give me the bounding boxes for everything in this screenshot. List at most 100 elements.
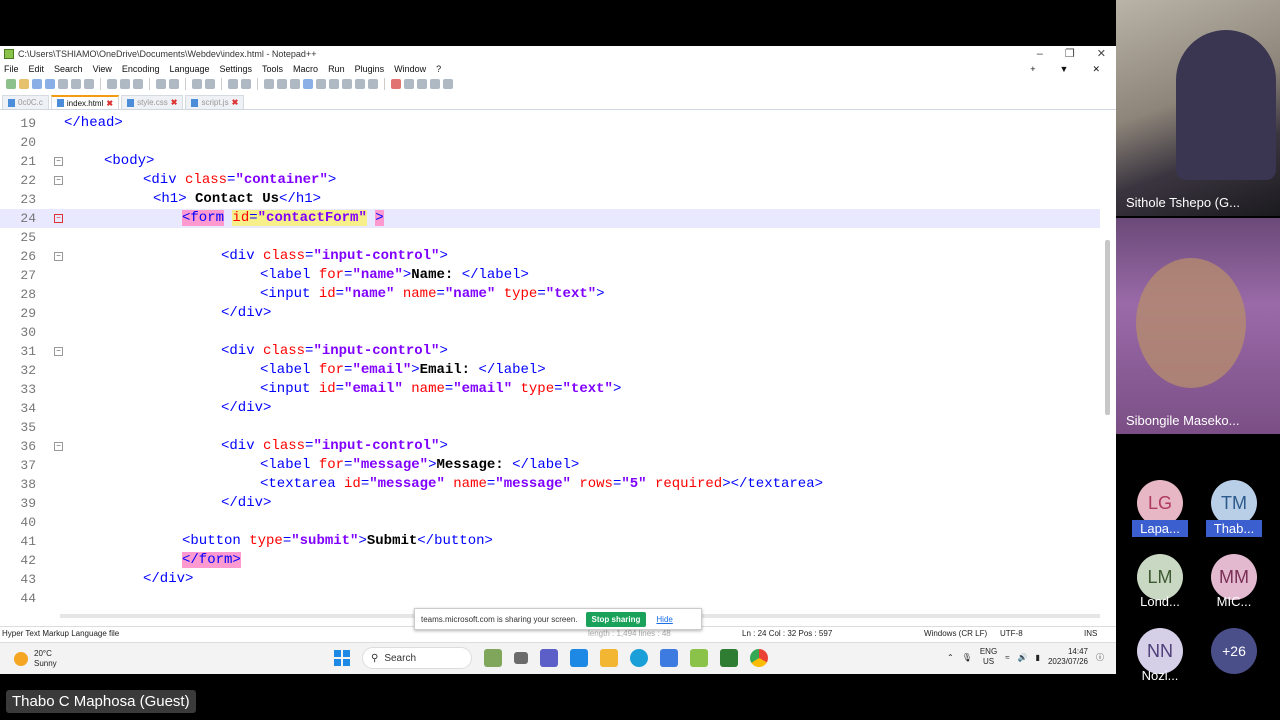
menu-file[interactable]: File [4, 64, 19, 74]
indent-guide-icon[interactable] [316, 79, 326, 89]
participant-avatar[interactable]: NN Nozi... [1132, 628, 1188, 683]
notepadpp-taskbar-icon[interactable] [690, 649, 708, 667]
sync-v-icon[interactable] [264, 79, 274, 89]
participant-video-tile[interactable]: Sithole Tshepo (G... [1116, 0, 1280, 216]
save-macro-icon[interactable] [443, 79, 453, 89]
menu-view[interactable]: View [93, 64, 112, 74]
save-icon[interactable] [32, 79, 42, 89]
code-line: 32 <label for="email">Email: </label> [0, 361, 1100, 380]
stop-sharing-button[interactable]: Stop sharing [585, 611, 647, 627]
clock[interactable]: 14:47 2023/07/26 [1048, 647, 1088, 667]
close-button[interactable]: ✕ [1097, 46, 1106, 62]
fold-marker-icon[interactable]: − [54, 157, 63, 166]
participant-video-tile[interactable]: Sibongile Maseko... [1116, 218, 1280, 434]
function-list-icon[interactable] [342, 79, 352, 89]
participant-avatar[interactable]: TM Thab... [1206, 480, 1262, 537]
find-icon[interactable] [192, 79, 202, 89]
code-editor[interactable]: 19 </head> 20 21 − <body> 22 − <div class="co… [0, 114, 1116, 608]
monitor-icon[interactable] [368, 79, 378, 89]
temperature: 20°C [34, 649, 52, 658]
copy-icon[interactable] [120, 79, 130, 89]
show-all-icon[interactable] [303, 79, 313, 89]
speaker-icon[interactable]: 🔊 [1018, 653, 1028, 662]
scrollbar-thumb[interactable] [1105, 240, 1110, 415]
new-file-icon[interactable] [6, 79, 16, 89]
add-icon[interactable]: + [1030, 62, 1035, 76]
replace-icon[interactable] [205, 79, 215, 89]
desktop-icon[interactable] [514, 652, 528, 664]
menu-language[interactable]: Language [169, 64, 209, 74]
menu-window[interactable]: Window [394, 64, 426, 74]
tab-index-html[interactable]: index.html ✖ [50, 95, 120, 109]
print-icon[interactable] [84, 79, 94, 89]
open-file-icon[interactable] [19, 79, 29, 89]
stop-macro-icon[interactable] [404, 79, 414, 89]
menu-macro[interactable]: Macro [293, 64, 318, 74]
doc-map-icon[interactable] [329, 79, 339, 89]
close-doc-icon[interactable]: ✕ [1092, 62, 1100, 76]
close-tab-icon[interactable]: ✖ [106, 99, 113, 108]
teams-icon[interactable] [540, 649, 558, 667]
weather-text: Sunny [34, 659, 57, 668]
hide-link[interactable]: Hide [656, 615, 672, 624]
menu-help[interactable]: ? [436, 64, 441, 74]
tab-style-css[interactable]: style.css ✖ [121, 95, 184, 109]
microphone-icon[interactable]: 🎙 [962, 653, 972, 662]
close-tab-icon[interactable]: ✖ [171, 98, 178, 107]
menu-search[interactable]: Search [54, 64, 83, 74]
participant-avatar[interactable]: LG Lapa... [1132, 480, 1188, 537]
fold-marker-icon[interactable]: − [54, 214, 63, 223]
zoom-out-icon[interactable] [241, 79, 251, 89]
close-tab-icon[interactable]: ✖ [232, 98, 239, 107]
menu-tools[interactable]: Tools [262, 64, 283, 74]
record-macro-icon[interactable] [391, 79, 401, 89]
fold-marker-icon[interactable]: − [54, 176, 63, 185]
chevron-up-icon[interactable]: ⌃ [947, 653, 954, 662]
fold-marker-icon[interactable]: − [54, 252, 63, 261]
wifi-icon[interactable]: ≈ [1005, 653, 1009, 662]
fold-marker-icon[interactable]: − [54, 347, 63, 356]
folder-workspace-icon[interactable] [355, 79, 365, 89]
edge-icon[interactable] [630, 649, 648, 667]
close-icon[interactable] [58, 79, 68, 89]
maximize-button[interactable]: ❐ [1065, 46, 1075, 62]
notification-icon[interactable]: ⓘ [1096, 652, 1104, 663]
mail-icon[interactable] [570, 649, 588, 667]
menu-edit[interactable]: Edit [29, 64, 45, 74]
save-all-icon[interactable] [45, 79, 55, 89]
close-all-icon[interactable] [71, 79, 81, 89]
widget-icon[interactable] [484, 649, 502, 667]
taskbar-search[interactable]: ⚲ Search [362, 647, 472, 669]
weather-widget[interactable]: 20°C Sunny [14, 649, 57, 669]
menu-settings[interactable]: Settings [220, 64, 253, 74]
app-icon[interactable] [720, 649, 738, 667]
vertical-scrollbar[interactable] [1104, 116, 1112, 608]
sync-h-icon[interactable] [277, 79, 287, 89]
paste-icon[interactable] [133, 79, 143, 89]
menu-run[interactable]: Run [328, 64, 345, 74]
more-participants-button[interactable]: +26 [1206, 628, 1262, 674]
file-explorer-icon[interactable] [600, 649, 618, 667]
tab-script-js[interactable]: script.js ✖ [185, 95, 245, 109]
redo-icon[interactable] [169, 79, 179, 89]
play-macro-icon[interactable] [417, 79, 427, 89]
store-icon[interactable] [660, 649, 678, 667]
battery-icon[interactable]: ▮ [1036, 653, 1040, 662]
line-number: 43 [20, 572, 36, 587]
participant-avatar[interactable]: LM Lond... [1132, 554, 1188, 609]
run-macro-icon[interactable] [430, 79, 440, 89]
wrap-icon[interactable] [290, 79, 300, 89]
fold-marker-icon[interactable]: − [54, 442, 63, 451]
participant-avatar[interactable]: MM MIC... [1206, 554, 1262, 609]
tab-file-1[interactable]: 0c0C.c [2, 95, 49, 109]
minimize-button[interactable]: – [1037, 46, 1043, 62]
undo-icon[interactable] [156, 79, 166, 89]
menu-encoding[interactable]: Encoding [122, 64, 160, 74]
dropdown-icon[interactable]: ▼ [1060, 62, 1069, 76]
windows-start-icon[interactable] [334, 650, 350, 666]
menu-plugins[interactable]: Plugins [355, 64, 385, 74]
chrome-icon[interactable] [750, 649, 768, 667]
zoom-in-icon[interactable] [228, 79, 238, 89]
cut-icon[interactable] [107, 79, 117, 89]
language-indicator[interactable]: ENG US [980, 647, 997, 667]
